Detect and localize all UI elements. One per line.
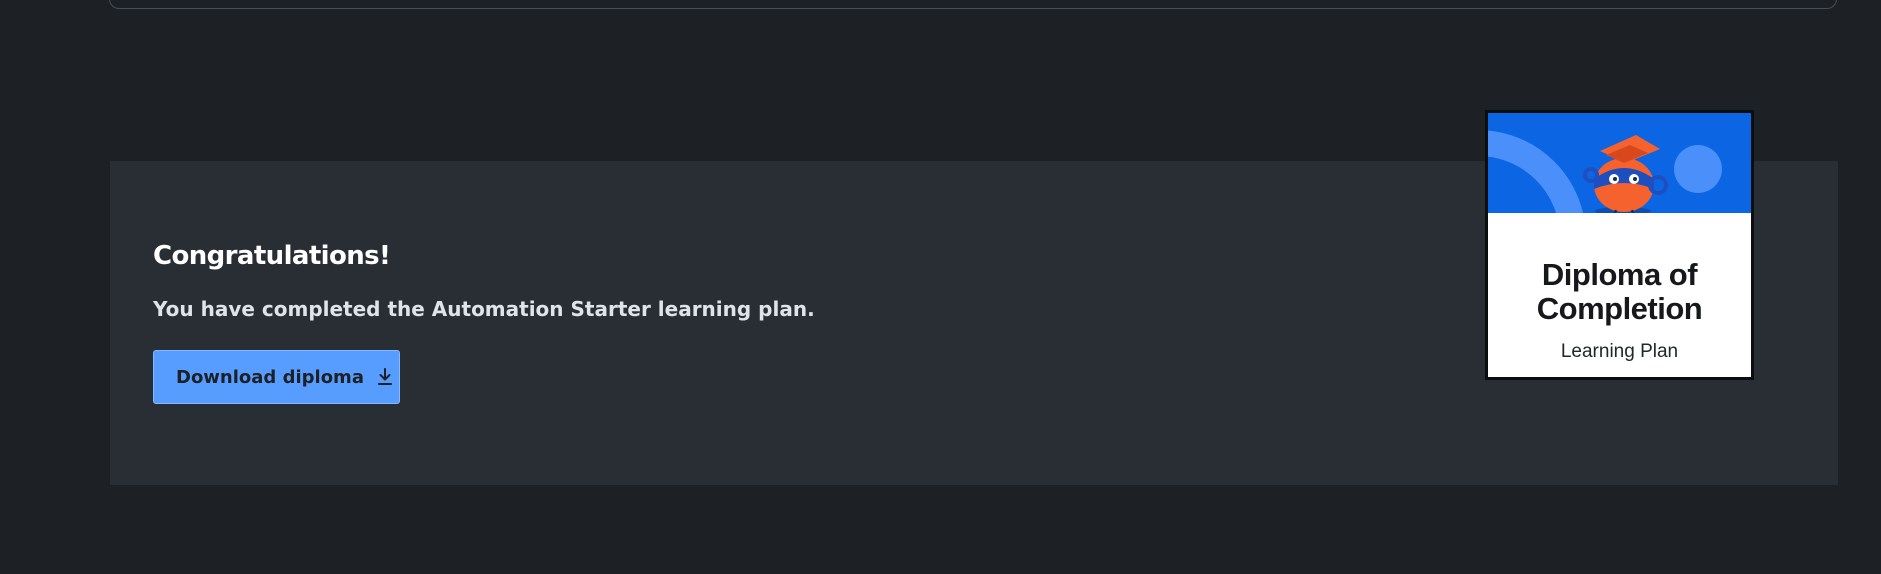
previous-section-card: [109, 0, 1837, 9]
download-icon: [377, 368, 392, 386]
mascot-illustration: [1583, 135, 1668, 213]
diploma-subtitle: Learning Plan: [1560, 341, 1679, 362]
diploma-preview: Diploma of Completion Learning Plan: [1485, 110, 1754, 380]
diploma-heading: Diploma of Completion: [1536, 257, 1703, 326]
completion-message: You have completed the Automation Starte…: [153, 297, 815, 321]
download-diploma-label: Download diploma: [176, 366, 364, 388]
diploma-banner-art: [1488, 130, 1722, 213]
diploma-banner: [1488, 113, 1751, 213]
congratulations-heading: Congratulations!: [153, 241, 391, 271]
download-diploma-button[interactable]: Download diploma: [153, 350, 400, 404]
